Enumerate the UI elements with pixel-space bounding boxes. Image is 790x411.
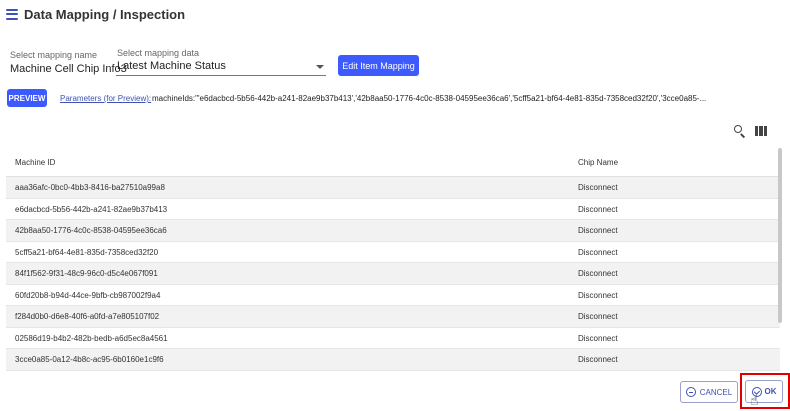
chip-name-cell: Disconnect	[578, 226, 618, 235]
table-row[interactable]: f284d0b0-d6e8-40f6-a0fd-a7e805107f02 Disc…	[6, 306, 780, 328]
chip-name-cell: Disconnect	[578, 312, 618, 321]
cancel-circle-icon	[685, 387, 696, 397]
chip-name-cell: Disconnect	[578, 183, 618, 192]
table-row[interactable]: 3cce0a85-0a12-4b8c-ac95-6b0160e1c9f6 Disc…	[6, 349, 780, 371]
data-table: Machine ID Chip Name aaa36afc-0bc0-4bb3-…	[6, 148, 780, 372]
preview-button[interactable]: PREVIEW	[7, 89, 47, 107]
cancel-button-label: CANCEL	[699, 387, 733, 397]
parameters-link[interactable]: Parameters (for Preview):	[60, 94, 151, 103]
chip-name-cell: Disconnect	[578, 269, 618, 278]
table-row[interactable]: 5f632f29-0a41-498f-8d73-32a3d195b14aDisc…	[6, 371, 780, 373]
mapping-data-select[interactable]: Latest Machine Status	[116, 56, 326, 76]
chevron-down-icon	[316, 65, 324, 69]
table-body: aaa36afc-0bc0-4bb3-8416-ba27510a99a8 Disc…	[6, 177, 780, 372]
machine-id-cell: 02586d19-b4b2-482b-bedb-a6d5ec8a4561	[15, 333, 168, 343]
view-columns-icon[interactable]	[754, 124, 768, 138]
cancel-button[interactable]: CANCEL	[680, 381, 738, 403]
table-row[interactable]: 42b8aa50-1776-4c0c-8538-04595ee36ca6 Disc…	[6, 220, 780, 242]
chip-name-cell: Disconnect	[578, 290, 618, 300]
ok-button-label: OK	[764, 387, 777, 396]
page-title: Data Mapping / Inspection	[24, 6, 186, 22]
parameters-value: machineIds:"'e6dacbcd-5b56-442b-a241-82a…	[152, 94, 707, 103]
search-icon[interactable]	[733, 124, 747, 138]
hand-cursor-icon: ☝	[750, 392, 759, 408]
table-row[interactable]: aaa36afc-0bc0-4bb3-8416-ba27510a99a8 Disc…	[6, 177, 780, 199]
table-row[interactable]: 60fd20b8-b94d-44ce-9bfb-cb987002f9a4 Disc…	[6, 285, 780, 306]
table-header: Machine ID Chip Name	[6, 148, 780, 177]
chip-name-cell: Disconnect	[578, 355, 618, 364]
list-icon	[6, 8, 18, 20]
machine-id-cell: 84f1f562-9f31-48c9-96c0-d5c4e067f091	[15, 269, 158, 278]
machine-id-cell: e6dacbcd-5b56-442b-a241-82ae9b37b413	[15, 204, 168, 214]
chip-name-cell: Disconnect	[578, 204, 618, 214]
table-row[interactable]: 02586d19-b4b2-482b-bedb-a6d5ec8a4561 Disc…	[6, 328, 780, 349]
chip-name-cell: Disconnect	[578, 247, 618, 257]
table-scrollbar[interactable]	[778, 148, 782, 323]
edit-item-mapping-button[interactable]: Edit Item Mapping	[338, 55, 419, 76]
mapping-data-value: Latest Machine Status	[117, 60, 226, 72]
table-row[interactable]: 5cff5a21-bf64-4e81-835d-7358ced32f20 Disc…	[6, 242, 780, 263]
mapping-name-value[interactable]: Machine Cell Chip Info3	[10, 63, 127, 75]
machine-id-cell: 60fd20b8-b94d-44ce-9bfb-cb987002f9a4	[15, 290, 161, 300]
machine-id-cell: f284d0b0-d6e8-40f6-a0fd-a7e805107f02	[15, 312, 160, 321]
machine-id-cell: 42b8aa50-1776-4c0c-8538-04595ee36ca6	[15, 226, 167, 235]
column-header-machine-id[interactable]: Machine ID	[15, 158, 55, 167]
chip-name-cell: Disconnect	[578, 333, 618, 343]
machine-id-cell: 5cff5a21-bf64-4e81-835d-7358ced32f20	[15, 247, 159, 257]
mapping-name-label: Select mapping name	[10, 50, 98, 60]
machine-id-cell: aaa36afc-0bc0-4bb3-8416-ba27510a99a8	[15, 183, 165, 192]
title-bar: Data Mapping / Inspection	[0, 0, 790, 28]
machine-id-cell: 3cce0a85-0a12-4b8c-ac95-6b0160e1c9f6	[15, 355, 164, 364]
table-row[interactable]: 84f1f562-9f31-48c9-96c0-d5c4e067f091 Disc…	[6, 263, 780, 285]
table-row[interactable]: e6dacbcd-5b56-442b-a241-82ae9b37b413 Disc…	[6, 199, 780, 220]
column-header-chip-name[interactable]: Chip Name	[578, 158, 618, 167]
